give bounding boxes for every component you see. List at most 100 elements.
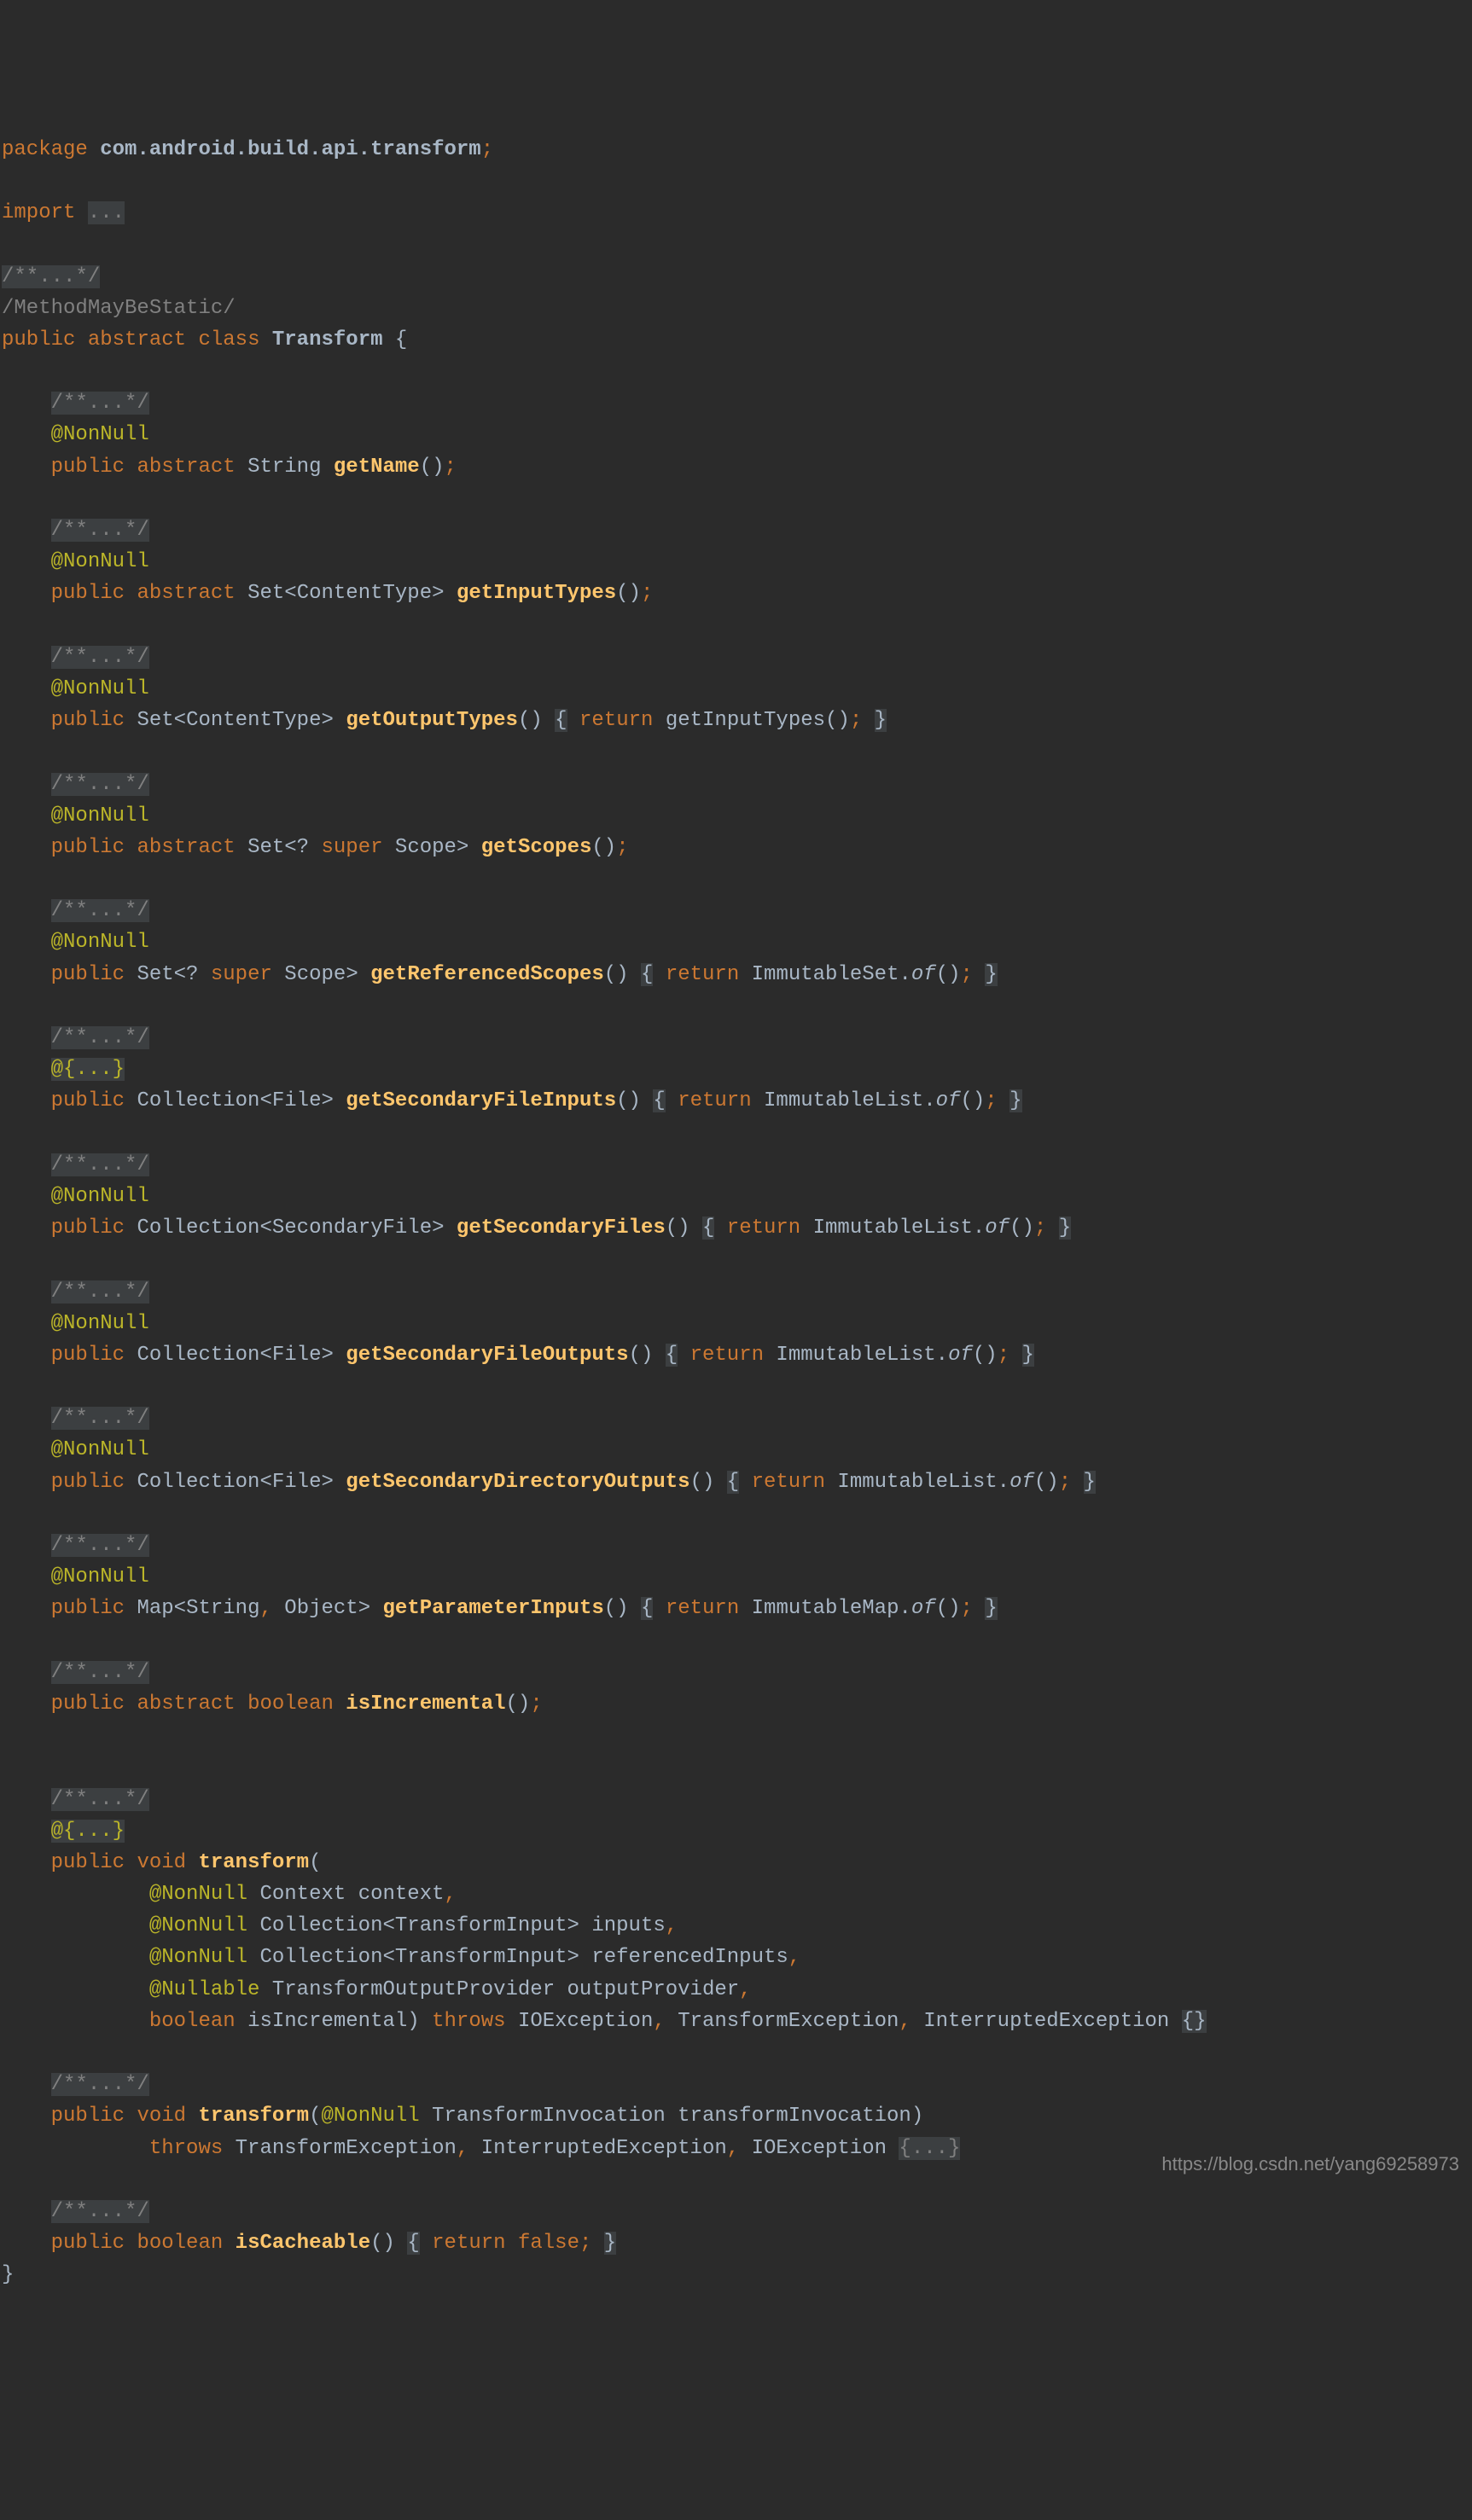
brace-open: {	[395, 328, 407, 351]
method-of: of	[936, 1089, 961, 1112]
method-getscopes: getScopes	[481, 836, 592, 859]
keyword-abstract: abstract	[137, 456, 235, 479]
type-immutablelist: ImmutableList	[813, 1216, 973, 1240]
type-immutableset: ImmutableSet	[752, 963, 899, 986]
javadoc-folded[interactable]: /**...*/	[2, 265, 100, 288]
type-transforminput: TransformInput	[395, 1946, 567, 1969]
annotation-nonnull: @NonNull	[51, 1565, 149, 1588]
keyword-return: return	[579, 709, 653, 732]
keyword-public: public	[51, 836, 125, 859]
keyword-false: false	[518, 2232, 579, 2255]
method-iscacheable: isCacheable	[236, 2232, 370, 2255]
keyword-return: return	[678, 1089, 751, 1112]
annotation-nonnull: @NonNull	[321, 2105, 419, 2128]
keyword-boolean: boolean	[149, 2010, 236, 2033]
javadoc-folded[interactable]: /**...*/	[51, 1788, 149, 1811]
keyword-void: void	[137, 1851, 186, 1874]
brace-open: {	[555, 709, 567, 732]
keyword-public: public	[51, 709, 125, 732]
javadoc-folded[interactable]: /**...*/	[51, 1661, 149, 1684]
annotation-folded[interactable]: @{...}	[51, 1058, 125, 1081]
keyword-return: return	[752, 1471, 825, 1494]
code-editor[interactable]: package com.android.build.api.transform;…	[2, 134, 1470, 2291]
type-set: Set	[137, 963, 173, 986]
folded-body[interactable]: {...}	[899, 2137, 960, 2160]
annotation-nonnull: @NonNull	[149, 1883, 247, 1906]
type-set: Set	[247, 836, 284, 859]
type-collection: Collection	[137, 1216, 259, 1240]
type-immutablelist: ImmutableList	[764, 1089, 923, 1112]
annotation-nonnull: @NonNull	[51, 550, 149, 573]
keyword-class: class	[198, 328, 259, 351]
annotation-nonnull: @NonNull	[51, 931, 149, 954]
keyword-package: package	[2, 138, 88, 161]
param-transforminvocation: transformInvocation	[678, 2105, 911, 2128]
param-referencedinputs: referencedInputs	[591, 1946, 788, 1969]
keyword-super: super	[211, 963, 272, 986]
type-contenttype: ContentType	[186, 709, 321, 732]
brace-close: }	[2, 2263, 14, 2286]
type-collection: Collection	[137, 1089, 259, 1112]
keyword-public: public	[51, 582, 125, 605]
method-of: of	[911, 1597, 936, 1620]
javadoc-folded[interactable]: /**...*/	[51, 392, 149, 415]
javadoc-folded[interactable]: /**...*/	[51, 1407, 149, 1430]
keyword-public: public	[51, 456, 125, 479]
type-transforminvocation: TransformInvocation	[432, 2105, 666, 2128]
javadoc-folded[interactable]: /**...*/	[51, 2073, 149, 2096]
javadoc-folded[interactable]: /**...*/	[51, 773, 149, 796]
brace-close: }	[875, 709, 887, 732]
javadoc-folded[interactable]: /**...*/	[51, 899, 149, 922]
javadoc-folded[interactable]: /**...*/	[51, 2200, 149, 2223]
watermark: https://blog.csdn.net/yang69258973	[1161, 2150, 1459, 2179]
type-transformexception: TransformException	[678, 2010, 899, 2033]
javadoc-folded[interactable]: /**...*/	[51, 1280, 149, 1304]
type-collection: Collection	[259, 1946, 382, 1969]
keyword-public: public	[2, 328, 75, 351]
type-interruptedexception: InterruptedException	[481, 2137, 727, 2160]
type-immutablemap: ImmutableMap	[752, 1597, 899, 1620]
type-string: String	[247, 456, 321, 479]
keyword-void: void	[137, 2105, 186, 2128]
keyword-public: public	[51, 1471, 125, 1494]
type-map: Map	[137, 1597, 173, 1620]
annotation-nonnull: @NonNull	[51, 423, 149, 446]
annotation-folded[interactable]: @{...}	[51, 1820, 125, 1843]
method-getsecondarydirectoryoutputs: getSecondaryDirectoryOutputs	[346, 1471, 689, 1494]
annotation-nonnull: @NonNull	[149, 1914, 247, 1937]
annotation-nonnull: @NonNull	[51, 1438, 149, 1461]
type-collection: Collection	[137, 1471, 259, 1494]
keyword-throws: throws	[432, 2010, 505, 2033]
type-ioexception: IOException	[752, 2137, 887, 2160]
javadoc-folded[interactable]: /**...*/	[51, 519, 149, 542]
method-of: of	[1009, 1471, 1034, 1494]
keyword-boolean: boolean	[247, 1693, 334, 1716]
keyword-public: public	[51, 1693, 125, 1716]
javadoc-folded[interactable]: /**...*/	[51, 1534, 149, 1557]
annotation-nonnull: @NonNull	[51, 1312, 149, 1335]
method-isincremental: isIncremental	[346, 1693, 505, 1716]
method-getoutputtypes: getOutputTypes	[346, 709, 518, 732]
type-immutablelist: ImmutableList	[776, 1344, 935, 1367]
method-of: of	[911, 963, 936, 986]
javadoc-folded[interactable]: /**...*/	[51, 1153, 149, 1176]
param-isincremental: isIncremental	[247, 2010, 407, 2033]
annotation-nonnull: @NonNull	[149, 1946, 247, 1969]
type-transforminput: TransformInput	[395, 1914, 567, 1937]
keyword-abstract: abstract	[137, 1693, 235, 1716]
keyword-abstract: abstract	[137, 836, 235, 859]
annotation-nonnull: @NonNull	[51, 677, 149, 700]
type-context: Context	[259, 1883, 346, 1906]
keyword-public: public	[51, 1089, 125, 1112]
method-getsecondaryfiles: getSecondaryFiles	[457, 1216, 666, 1240]
annotation-nonnull: @NonNull	[51, 1185, 149, 1208]
javadoc-folded[interactable]: /**...*/	[51, 1026, 149, 1049]
keyword-public: public	[51, 963, 125, 986]
annotation-nullable: @Nullable	[149, 1978, 260, 2001]
type-secondaryfile: SecondaryFile	[272, 1216, 432, 1240]
javadoc-folded[interactable]: /**...*/	[51, 646, 149, 669]
type-string: String	[186, 1597, 259, 1620]
method-of: of	[948, 1344, 973, 1367]
keyword-return: return	[666, 1597, 739, 1620]
import-folded[interactable]: ...	[88, 201, 125, 224]
